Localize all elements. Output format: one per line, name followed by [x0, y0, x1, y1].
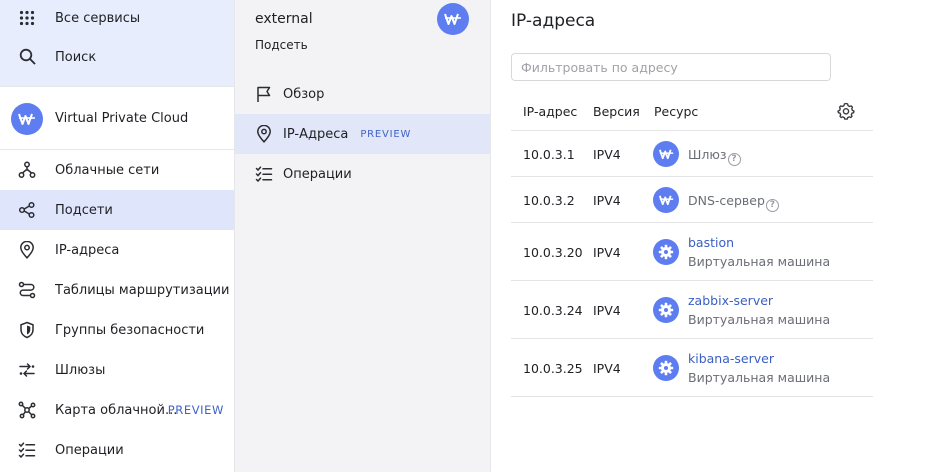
resource-link[interactable]: bastion [688, 235, 734, 250]
ip-cell: 10.0.3.20 [523, 245, 583, 260]
preview-badge: PREVIEW [360, 128, 412, 140]
operations-list-icon [17, 441, 37, 459]
sidebar-item-label: Подсети [55, 202, 113, 218]
resource-link[interactable]: kibana-server [688, 351, 774, 366]
resource-name-text: DNS-сервер [688, 193, 765, 208]
column-header-resource[interactable]: Ресурс [654, 104, 698, 119]
help-icon[interactable]: ? [765, 199, 779, 212]
flag-icon [255, 85, 273, 103]
gear-icon[interactable] [837, 102, 855, 120]
left-sidebar: Все сервисы Поиск Virtual Private Cloud … [0, 0, 235, 472]
sidebar-item-label: Поиск [55, 49, 97, 65]
vpc-icon [437, 3, 469, 35]
resource-name: Шлюз? [688, 147, 741, 166]
sidebar-item-label: Все сервисы [55, 10, 141, 26]
sidebar-item-label: IP-адреса [55, 242, 120, 258]
resource-type: Виртуальная машина [688, 370, 831, 385]
vpc-icon [11, 103, 43, 135]
ip-cell: 10.0.3.24 [523, 303, 583, 318]
sidebar-item-all-services[interactable]: Все сервисы [0, 0, 234, 36]
cloud-networks-icon [17, 161, 37, 179]
route-icon [17, 281, 37, 299]
sidebar-item-label: Карта облачной... [55, 402, 178, 418]
resource-type: Виртуальная машина [688, 312, 831, 327]
service-name: Virtual Private Cloud [55, 110, 189, 126]
network-map-icon [17, 401, 37, 419]
sidebar-service-header[interactable]: Virtual Private Cloud [0, 86, 234, 150]
shield-icon [17, 321, 37, 339]
sidebar-item-search[interactable]: Поиск [0, 36, 234, 78]
sidebar-item-label: Облачные сети [55, 162, 160, 178]
sidebar-item-subnets[interactable]: Подсети [0, 190, 234, 230]
version-cell: IPV4 [593, 303, 621, 318]
table-row[interactable]: 10.0.3.1 IPV4 Шлюз? [511, 131, 873, 177]
column-header-ip[interactable]: IP-адрес [523, 104, 577, 119]
sidebar-item-operations[interactable]: Операции [0, 430, 234, 470]
vm-gear-icon [653, 355, 679, 381]
ip-address-table: IP-адрес Версия Ресурс 10.0.3.1 IPV4 Шлю… [511, 91, 873, 397]
table-header: IP-адрес Версия Ресурс [511, 91, 873, 131]
ip-cell: 10.0.3.2 [523, 193, 575, 208]
tab-label: Обзор [283, 86, 325, 102]
column-header-version[interactable]: Версия [593, 104, 640, 119]
table-row[interactable]: 10.0.3.25 IPV4 kibana-server Виртуальная… [511, 339, 873, 397]
address-filter-input[interactable] [511, 53, 831, 81]
resource-type: Виртуальная машина [688, 254, 831, 269]
subnet-type-label: Подсеть [255, 38, 308, 52]
map-pin-icon [17, 241, 37, 259]
sidebar-item-label: Операции [55, 442, 124, 458]
dns-resource-icon [653, 187, 679, 213]
map-pin-icon [255, 125, 273, 143]
sidebar-item-label: Шлюзы [55, 362, 106, 378]
version-cell: IPV4 [593, 245, 621, 260]
tab-operations[interactable]: Операции [235, 154, 490, 194]
version-cell: IPV4 [593, 193, 621, 208]
resource-name-text: Шлюз [688, 147, 727, 162]
sidebar-item-cloud-networks[interactable]: Облачные сети [0, 150, 234, 190]
version-cell: IPV4 [593, 361, 621, 376]
search-icon [17, 47, 37, 65]
subnet-nav: Обзор IP-Адреса PREVIEW Операции [235, 74, 490, 194]
ip-cell: 10.0.3.25 [523, 361, 583, 376]
tab-label: IP-Адреса [283, 126, 349, 142]
sidebar-item-ip-addresses[interactable]: IP-адреса [0, 230, 234, 270]
operations-list-icon [255, 165, 273, 183]
table-row[interactable]: 10.0.3.20 IPV4 bastion Виртуальная машин… [511, 223, 873, 281]
table-row[interactable]: 10.0.3.24 IPV4 zabbix-server Виртуальная… [511, 281, 873, 339]
vm-gear-icon [653, 297, 679, 323]
sidebar-top-section: Все сервисы Поиск [0, 0, 234, 86]
table-row[interactable]: 10.0.3.2 IPV4 DNS-сервер? [511, 177, 873, 223]
main-content: IP-адреса IP-адрес Версия Ресурс 10.0.3.… [491, 0, 939, 472]
page-title: IP-адреса [511, 11, 596, 31]
subnets-icon [17, 201, 37, 219]
sidebar-item-gateways[interactable]: Шлюзы [0, 350, 234, 390]
sidebar-item-security-groups[interactable]: Группы безопасности [0, 310, 234, 350]
version-cell: IPV4 [593, 147, 621, 162]
vm-gear-icon [653, 239, 679, 265]
tab-label: Операции [283, 166, 352, 182]
ip-cell: 10.0.3.1 [523, 147, 575, 162]
resource-name: DNS-сервер? [688, 193, 779, 212]
subnet-panel: external Подсеть Обзор IP-Адреса PREVIEW… [235, 0, 491, 472]
sidebar-item-route-tables[interactable]: Таблицы маршрутизации [0, 270, 234, 310]
tab-ip-addresses[interactable]: IP-Адреса PREVIEW [235, 114, 490, 154]
help-icon[interactable]: ? [727, 153, 741, 166]
tab-overview[interactable]: Обзор [235, 74, 490, 114]
sidebar-item-label: Таблицы маршрутизации [55, 282, 230, 298]
resource-link[interactable]: zabbix-server [688, 293, 773, 308]
preview-badge: PREVIEW [167, 403, 224, 417]
gateway-icon [17, 361, 37, 379]
sidebar-item-label: Группы безопасности [55, 322, 205, 338]
gateway-resource-icon [653, 141, 679, 167]
subnet-name: external [255, 11, 313, 27]
sidebar-item-cloud-map[interactable]: Карта облачной... PREVIEW [0, 390, 234, 430]
grid-icon [17, 9, 37, 27]
